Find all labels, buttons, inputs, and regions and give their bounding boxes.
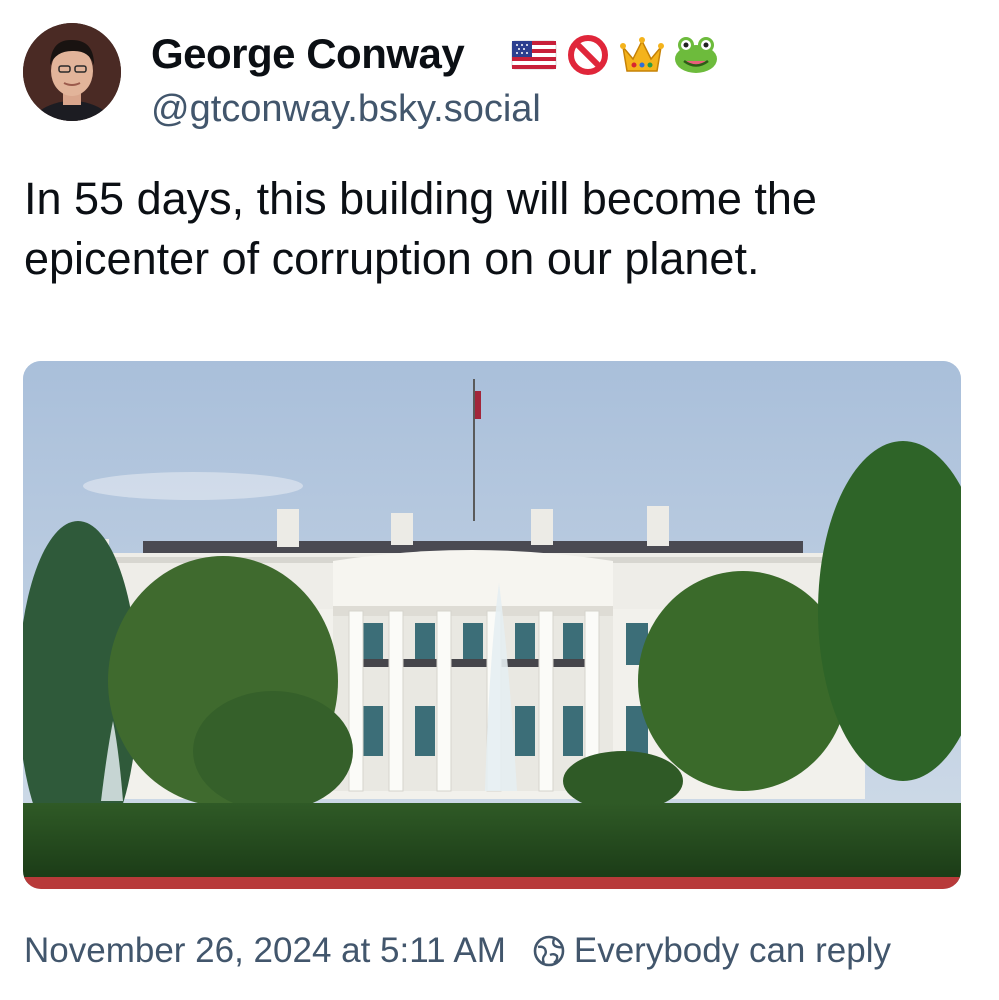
avatar[interactable] <box>23 23 121 121</box>
globe-icon <box>533 935 565 967</box>
flag-usa-icon <box>511 40 557 70</box>
crown-icon <box>620 37 664 72</box>
white-house-photo <box>23 361 961 889</box>
post-image[interactable] <box>23 361 961 889</box>
prohibited-icon <box>568 35 608 75</box>
post-timestamp[interactable]: November 26, 2024 at 5:11 AM <box>24 931 506 971</box>
post-footer: November 26, 2024 at 5:11 AM Everybody c… <box>24 924 891 978</box>
avatar-portrait <box>23 23 121 121</box>
frog-icon <box>675 37 717 73</box>
post-text: In 55 days, this building will become th… <box>24 173 817 284</box>
author-display-name[interactable]: George Conway <box>151 28 465 80</box>
author-handle[interactable]: @gtconway.bsky.social <box>151 85 541 133</box>
reply-setting[interactable]: Everybody can reply <box>574 931 891 971</box>
name-emojis <box>510 33 720 77</box>
